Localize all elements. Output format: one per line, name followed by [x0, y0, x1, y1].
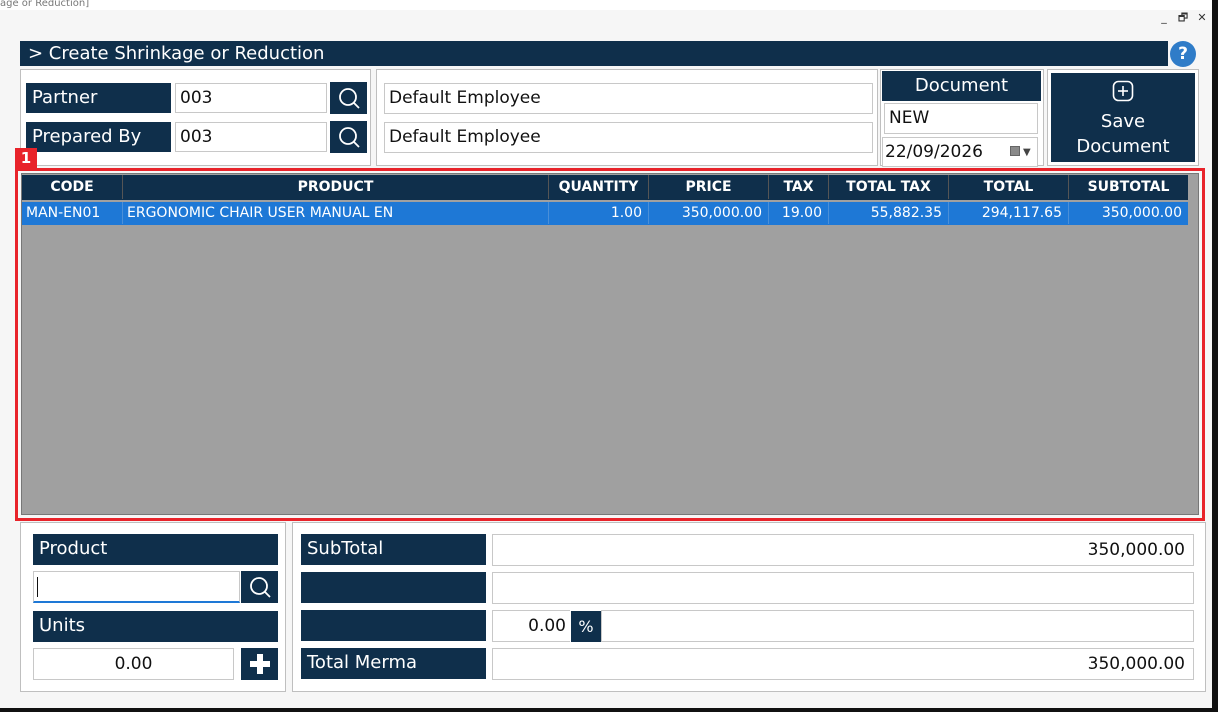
product-search-button[interactable]: [241, 571, 278, 603]
product-label: Product: [33, 534, 278, 565]
document-date: 22/09/2026: [885, 142, 983, 162]
calendar-icon: [1010, 146, 1020, 156]
partner-input[interactable]: 003: [175, 83, 327, 113]
subtotal-field: 350,000.00: [492, 534, 1194, 566]
plus-icon: [249, 654, 270, 674]
prepared-by-input[interactable]: 003: [175, 122, 327, 152]
chevron-down-icon: ▼: [1023, 147, 1031, 158]
subtotal-label: SubTotal: [301, 534, 486, 565]
total-merma-field: 350,000.00: [492, 648, 1194, 680]
close-button[interactable]: ✕: [1194, 11, 1210, 25]
secondary-field: [492, 572, 1194, 604]
help-icon: ?: [1178, 44, 1188, 64]
partner-search-button[interactable]: [330, 82, 367, 114]
save-label-line2: Document: [1076, 136, 1170, 157]
discount-input[interactable]: 0.00: [492, 610, 570, 642]
save-document-button[interactable]: Save Document: [1051, 73, 1195, 162]
document-label: Document: [882, 71, 1041, 101]
prepared-by-search-button[interactable]: [330, 121, 367, 153]
save-label-line1: Save: [1100, 111, 1146, 132]
document-date-picker[interactable]: 22/09/2026 ▼: [882, 137, 1038, 167]
units-label: Units: [33, 611, 278, 642]
annotation-highlight: [15, 168, 1205, 521]
total-merma-label: Total Merma: [301, 648, 486, 679]
discount-amount-field: [601, 610, 1194, 642]
search-icon: [338, 127, 360, 148]
partner-name-field: Default Employee: [384, 83, 873, 114]
product-input[interactable]: [33, 571, 240, 603]
restore-button[interactable]: 🗗: [1175, 11, 1191, 25]
units-input[interactable]: 0.00: [33, 648, 234, 680]
add-icon: [1112, 80, 1134, 102]
annotation-marker: 1: [15, 148, 37, 169]
prepared-name-field: Default Employee: [384, 122, 873, 153]
discount-label: [301, 610, 486, 641]
add-product-button[interactable]: [241, 648, 278, 680]
secondary-label: [301, 572, 486, 603]
help-button[interactable]: ?: [1170, 41, 1196, 67]
prepared-by-label: Prepared By: [26, 122, 171, 152]
text-cursor: [37, 577, 38, 597]
partner-label: Partner: [26, 83, 171, 113]
minimize-button[interactable]: _: [1156, 11, 1172, 25]
search-icon: [249, 577, 271, 598]
window-caption: age or Reduction]: [0, 0, 1212, 10]
document-number-field: NEW: [884, 103, 1038, 134]
page-title: > Create Shrinkage or Reduction: [20, 41, 1168, 66]
search-icon: [338, 88, 360, 109]
percent-toggle[interactable]: %: [571, 611, 601, 642]
